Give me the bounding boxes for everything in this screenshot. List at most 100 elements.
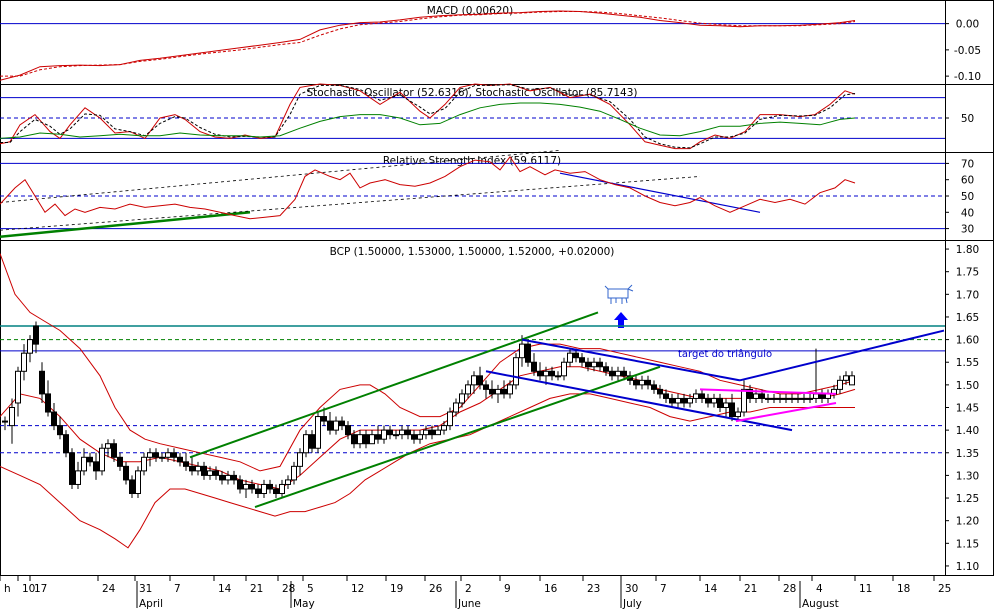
candle xyxy=(201,461,207,480)
candle-body xyxy=(837,379,843,390)
candle-body xyxy=(297,452,303,467)
candle-body xyxy=(435,429,441,436)
candle-body xyxy=(807,397,813,400)
candle xyxy=(711,393,717,408)
candle-body xyxy=(57,425,63,436)
candle xyxy=(507,380,513,399)
candle xyxy=(141,452,147,476)
x-tick-label: 30 xyxy=(625,583,638,595)
candle-body xyxy=(117,456,123,467)
candle-body xyxy=(417,434,423,440)
candle-body xyxy=(615,370,621,377)
candle-body xyxy=(291,465,297,481)
month-label: July xyxy=(622,598,642,610)
candle xyxy=(609,366,615,381)
candle-body xyxy=(795,397,801,400)
candle xyxy=(63,430,69,458)
candle-body xyxy=(33,325,39,345)
candle-body xyxy=(405,429,411,436)
candle-body xyxy=(399,429,405,436)
candle xyxy=(237,475,243,494)
candle-body xyxy=(261,483,267,495)
candle xyxy=(471,371,477,394)
candle xyxy=(387,425,393,440)
x-tick-label: h xyxy=(4,583,11,595)
candle xyxy=(75,461,81,489)
candle xyxy=(513,353,519,390)
candle-body xyxy=(363,434,369,445)
candle xyxy=(837,375,843,394)
candle-body xyxy=(249,483,255,490)
x-tick-label: 14 xyxy=(218,583,232,595)
candle xyxy=(135,466,141,499)
candle-body xyxy=(465,384,471,395)
candle xyxy=(327,412,333,435)
candle-body xyxy=(105,443,111,449)
candle-body xyxy=(489,388,495,395)
x-tick-label: 4 xyxy=(816,583,823,595)
x-tick-label: 11 xyxy=(859,583,872,595)
chart-window: MACD (0.00620) 0.00 -0.05 -0.10 Stochastic… xyxy=(0,0,994,610)
y-tick-label: 1.30 xyxy=(956,470,979,482)
candle-body xyxy=(183,461,189,467)
candle-body xyxy=(237,479,243,490)
candle xyxy=(423,425,429,440)
candle-body xyxy=(723,402,729,408)
candle xyxy=(405,425,411,440)
y-tick-label: 1.45 xyxy=(956,403,979,415)
candle xyxy=(765,393,771,403)
candle-body xyxy=(711,397,717,404)
candle-body xyxy=(201,465,207,476)
candle-body xyxy=(51,411,57,427)
candle-body xyxy=(129,479,135,495)
candle xyxy=(495,384,501,403)
x-tick-label: 25 xyxy=(938,583,951,595)
candle-body xyxy=(195,465,201,472)
candle xyxy=(69,448,75,489)
candle xyxy=(117,452,123,471)
candle-body xyxy=(585,361,591,368)
x-tick-label: 16 xyxy=(544,583,558,595)
candle xyxy=(783,393,789,403)
rsi-trendline-blue xyxy=(559,172,761,213)
candle xyxy=(279,479,285,499)
candle-body xyxy=(225,474,231,481)
y-tick-label: 1.55 xyxy=(956,357,979,369)
candle xyxy=(45,380,51,417)
candle-body xyxy=(387,429,393,436)
candle-body xyxy=(519,343,525,359)
candle xyxy=(435,425,441,436)
stochastic-panel: Stochastic Oscillator (52.6316), Stochas… xyxy=(0,83,994,153)
price-panel: BCP (1.50000, 1.53000, 1.50000, 1.52000,… xyxy=(0,240,994,576)
candle xyxy=(177,452,183,467)
candle-body xyxy=(525,343,531,363)
x-tick-label: 28 xyxy=(282,583,295,595)
candle-body xyxy=(219,474,225,481)
candle-body xyxy=(675,397,681,404)
candle xyxy=(243,479,249,499)
y-tick-label: 1.15 xyxy=(956,538,979,550)
candle-body xyxy=(375,434,381,440)
candle xyxy=(615,366,621,381)
candle-body xyxy=(555,375,561,378)
candle xyxy=(603,362,609,376)
candle xyxy=(639,375,645,390)
candle xyxy=(183,452,189,471)
candle-body xyxy=(327,420,333,431)
month-label: April xyxy=(139,598,163,610)
candle-body xyxy=(207,470,213,476)
candle-body xyxy=(639,379,645,386)
candle-body xyxy=(273,488,279,495)
candle xyxy=(561,357,567,381)
candle xyxy=(825,389,831,403)
candle xyxy=(303,430,309,458)
candle-body xyxy=(729,402,735,418)
candle xyxy=(693,389,699,403)
candle xyxy=(267,479,273,494)
candle-body xyxy=(45,393,51,413)
x-tick-label: 21 xyxy=(744,583,757,595)
x-tick-label: 5 xyxy=(307,583,314,595)
candle-body xyxy=(849,375,855,386)
candle-body xyxy=(789,397,795,400)
candle-body xyxy=(501,388,507,395)
